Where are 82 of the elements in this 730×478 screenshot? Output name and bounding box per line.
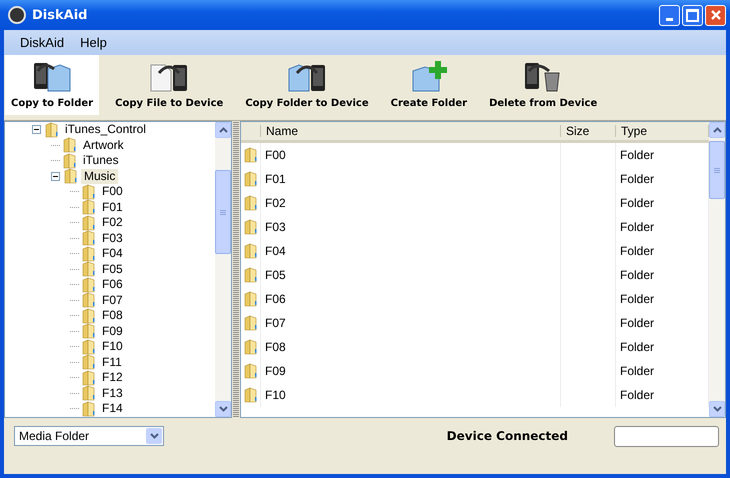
minimize-button[interactable] <box>659 4 680 26</box>
folder-icon <box>244 171 258 187</box>
tree-item[interactable]: F05 <box>99 262 126 277</box>
folder-icon <box>244 291 258 307</box>
folder-icon <box>82 276 96 293</box>
tree-item[interactable]: iTunes_Control <box>62 122 149 138</box>
toolbar-button[interactable]: Copy to Folder <box>5 55 100 115</box>
status-text: Device Connected <box>446 428 568 443</box>
tree-item[interactable]: F01 <box>99 200 126 215</box>
close-button[interactable] <box>705 4 726 26</box>
maximize-button[interactable] <box>682 4 703 26</box>
folder-icon <box>82 370 96 386</box>
table-cell: F04 <box>261 239 561 263</box>
menu-item[interactable]: Help <box>72 35 115 50</box>
tree-item[interactable]: iTunes <box>80 153 122 168</box>
table-cell: F06 <box>261 287 561 311</box>
folder-icon <box>82 230 96 246</box>
tree-item[interactable]: F08 <box>99 308 126 324</box>
folder-icon <box>82 354 96 370</box>
column-header[interactable]: Size <box>561 125 616 137</box>
table-cell: F10 <box>261 383 561 407</box>
folder-dropdown[interactable]: Media Folder <box>14 426 164 446</box>
folder-icon <box>82 246 96 262</box>
table-cell: F05 <box>261 263 561 287</box>
folder-icon <box>244 387 258 403</box>
close-icon <box>710 9 722 21</box>
tree-item[interactable]: F06 <box>99 277 126 292</box>
tree-item[interactable]: F12 <box>99 370 126 386</box>
folder-icon <box>82 199 96 216</box>
folder-icon <box>63 137 77 154</box>
column-header[interactable]: Name <box>261 125 561 137</box>
table-cell: F03 <box>261 215 561 239</box>
toolbar-button[interactable]: Copy File to Device <box>109 55 230 115</box>
scrollbar[interactable] <box>215 122 231 417</box>
splitter[interactable] <box>233 121 239 418</box>
folder-icon <box>244 267 258 283</box>
tree-item[interactable]: F04 <box>99 246 126 262</box>
tree-item[interactable]: F11 <box>99 354 125 370</box>
table-cell: F07 <box>261 311 561 335</box>
folder-icon <box>82 214 96 231</box>
folder-icon <box>82 385 96 402</box>
toolbar-button[interactable]: Copy Folder to Device <box>239 55 375 115</box>
toolbar-button[interactable]: Delete from Device <box>483 55 604 115</box>
table-cell: F01 <box>261 167 561 191</box>
tree-item[interactable]: F10 <box>99 339 126 354</box>
folder-icon <box>244 363 258 379</box>
folder-icon <box>45 122 59 138</box>
folder-icon <box>82 323 96 340</box>
folder-icon <box>82 261 96 278</box>
folder-icon <box>82 292 96 308</box>
tree-item[interactable]: F13 <box>99 386 126 401</box>
folder-icon <box>64 168 78 184</box>
window-title: DiskAid <box>32 8 88 22</box>
table-cell: F09 <box>261 359 561 383</box>
app-icon <box>8 6 26 24</box>
collapse-toggle[interactable] <box>32 125 41 134</box>
folder-icon <box>82 400 96 417</box>
tree-item[interactable]: F03 <box>99 230 126 246</box>
tree-item[interactable]: Music <box>81 168 118 184</box>
tree-item[interactable]: F07 <box>99 292 126 308</box>
folder-icon <box>82 184 96 200</box>
tree-item[interactable]: Artwork <box>80 138 127 153</box>
folder-icon <box>244 147 258 163</box>
folder-icon <box>63 152 77 169</box>
folder-icon <box>244 315 258 331</box>
folder-icon <box>244 219 258 235</box>
folder-icon <box>244 339 258 355</box>
tree-item[interactable]: F14 <box>99 401 126 416</box>
folder-icon <box>82 308 96 324</box>
scrollbar[interactable] <box>709 122 725 417</box>
tree-item[interactable]: F09 <box>99 324 126 339</box>
collapse-toggle[interactable] <box>51 172 60 181</box>
folder-icon <box>244 195 258 211</box>
toolbar-button[interactable]: Create Folder <box>384 55 474 115</box>
table-cell: F00 <box>261 143 561 167</box>
table-cell: F02 <box>261 191 561 215</box>
tree-item[interactable]: F02 <box>99 215 126 230</box>
table-cell: F08 <box>261 335 561 359</box>
menu-item[interactable]: DiskAid <box>12 35 72 50</box>
folder-icon <box>244 243 258 259</box>
folder-icon <box>82 338 96 355</box>
tree-item[interactable]: F00 <box>99 184 126 200</box>
